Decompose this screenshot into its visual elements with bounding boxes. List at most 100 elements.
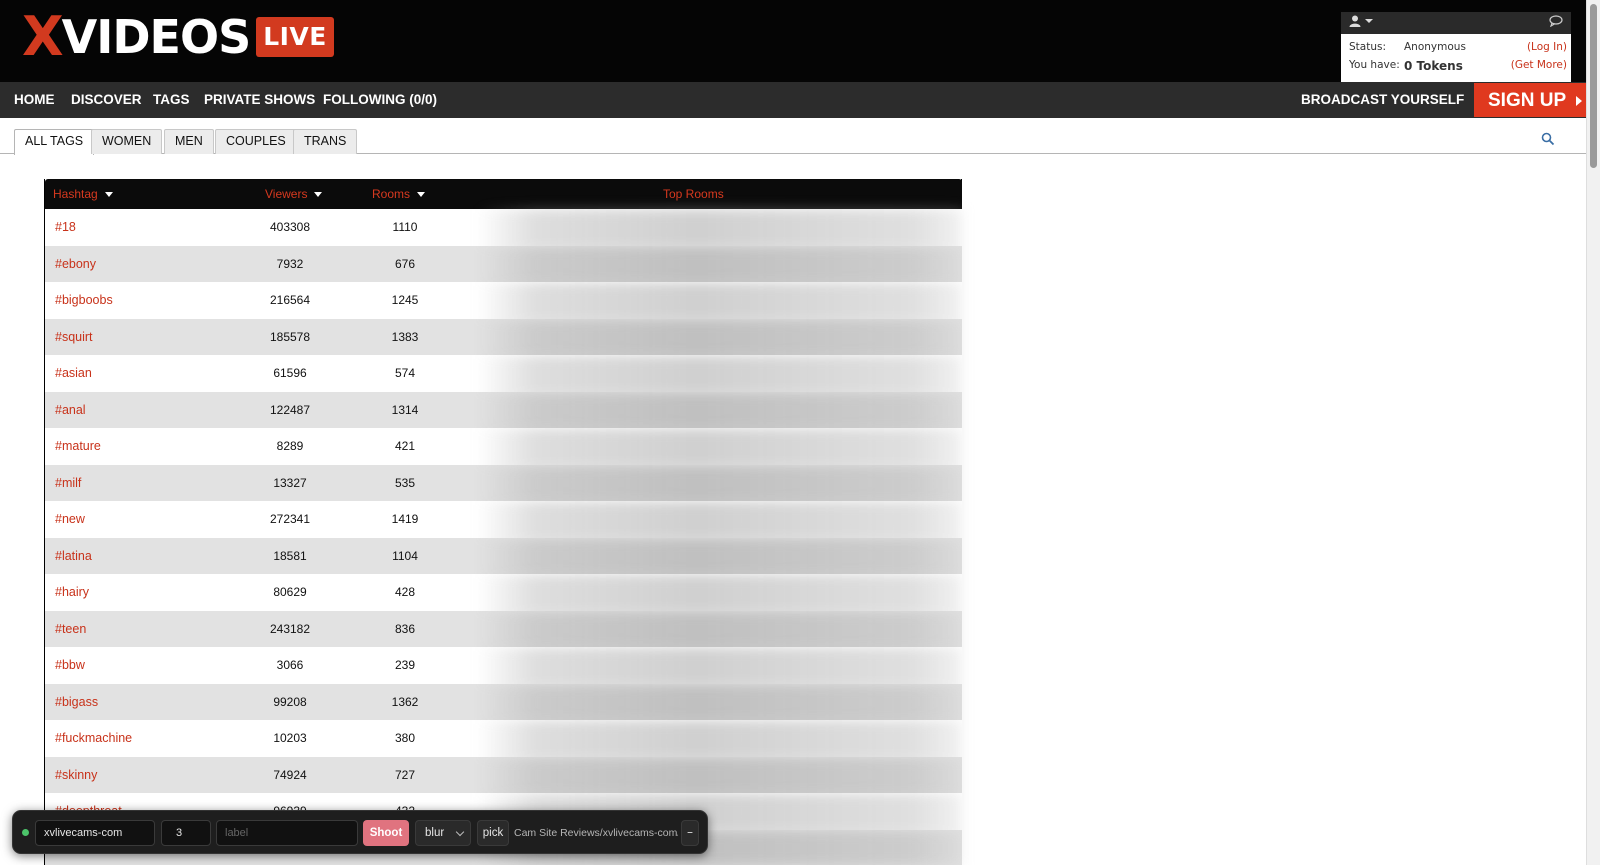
sign-up-button[interactable]: SIGN UP — [1474, 83, 1586, 117]
hashtag-link[interactable]: #teen — [55, 611, 86, 648]
status-label: Status: — [1349, 41, 1386, 53]
column-hashtag[interactable]: Hashtag — [53, 179, 113, 209]
hashtag-link[interactable]: #bbw — [55, 647, 85, 684]
viewers-cell: 61596 — [273, 366, 307, 380]
hashtag-link[interactable]: #18 — [55, 209, 76, 246]
nav-following[interactable]: FOLLOWING (0/0) — [323, 82, 437, 118]
rooms-cell: 535 — [394, 475, 416, 490]
hashtag-link[interactable]: #ebony — [55, 246, 96, 283]
hashtag-link[interactable]: #mature — [55, 428, 101, 465]
hashtag-link[interactable]: #latina — [55, 538, 92, 575]
top-rooms-blurred-thumbnails[interactable] — [477, 647, 962, 684]
top-rooms-blurred-thumbnails[interactable] — [477, 391, 962, 428]
table-row: #hairy 80629 428 — [45, 574, 962, 611]
tab-all-tags[interactable]: ALL TAGS — [14, 129, 95, 155]
site-logo[interactable]: X VIDEOS LIVE — [22, 10, 334, 64]
viewers-cell: 243182 — [269, 621, 311, 636]
user-menu-button[interactable] — [1349, 15, 1373, 27]
mode-value: blur — [425, 827, 445, 839]
login-link[interactable]: (Log In) — [1527, 41, 1567, 53]
tags-table: Hashtag Viewers Rooms Top Rooms #18 40330… — [44, 179, 962, 865]
rooms-cell: 1104 — [392, 548, 418, 563]
hashtag-link[interactable]: #milf — [55, 465, 81, 502]
table-body: #18 403308 1110 #ebony 7932 676 #bigboobs 21656… — [45, 209, 962, 865]
top-rooms-blurred-thumbnails[interactable] — [477, 355, 962, 392]
hashtag-link[interactable]: #hairy — [55, 574, 89, 611]
hashtag-link[interactable]: #new — [55, 501, 85, 538]
rooms-cell: 421 — [394, 439, 416, 453]
hashtag-link[interactable]: #squirt — [55, 319, 93, 356]
nav-tags[interactable]: TAGS — [153, 82, 190, 118]
tokens-value: 0 Tokens — [1404, 59, 1463, 73]
rooms-cell: 1314 — [391, 402, 419, 417]
label-input[interactable]: label — [216, 820, 358, 846]
table-row: #latina 18581 1104 — [45, 537, 962, 575]
viewers-cell: 18581 — [273, 548, 307, 563]
table-row: #skinny 74924 727 — [45, 756, 962, 794]
top-rooms-blurred-thumbnails[interactable] — [477, 720, 962, 757]
rooms-cell: 727 — [394, 767, 416, 782]
pick-button[interactable]: pick — [477, 820, 509, 846]
tokens-row: You have: 0 Tokens (Get More) — [1349, 59, 1567, 73]
viewers-cell: 99208 — [273, 694, 307, 709]
hashtag-link[interactable]: #fuckmachine — [55, 720, 132, 757]
viewers-cell: 403308 — [269, 220, 311, 234]
logo-live-badge: LIVE — [256, 17, 334, 57]
table-row: #anal 122487 1314 — [45, 391, 962, 429]
hashtag-link[interactable]: #bigboobs — [55, 282, 113, 319]
rooms-cell: 428 — [394, 585, 416, 599]
get-more-link[interactable]: (Get More) — [1511, 59, 1567, 73]
count-input[interactable]: 3 — [161, 820, 211, 846]
column-viewers[interactable]: Viewers — [265, 179, 323, 209]
viewers-cell: 80629 — [273, 585, 307, 599]
site-input[interactable]: xvlivecams-com — [35, 820, 155, 846]
gender-tabs: ALL TAGS WOMEN MEN COUPLES TRANS — [0, 128, 1586, 155]
status-value: Anonymous — [1404, 41, 1466, 53]
minimize-button[interactable]: – — [681, 820, 699, 846]
search-icon[interactable] — [1541, 132, 1555, 146]
tab-trans[interactable]: TRANS — [293, 129, 358, 154]
sign-up-label: SIGN UP — [1488, 90, 1566, 111]
top-rooms-blurred-thumbnails[interactable] — [477, 501, 962, 538]
column-top-rooms: Top Rooms — [663, 187, 724, 201]
hashtag-link[interactable]: #asian — [55, 355, 92, 392]
chevron-down-icon — [455, 827, 465, 837]
column-rooms[interactable]: Rooms — [372, 179, 426, 209]
top-rooms-blurred-thumbnails[interactable] — [477, 756, 962, 793]
nav-discover[interactable]: DISCOVER — [71, 82, 142, 118]
rooms-cell: 1362 — [391, 694, 419, 709]
top-rooms-blurred-thumbnails[interactable] — [477, 209, 962, 246]
top-rooms-blurred-thumbnails[interactable] — [477, 245, 962, 282]
top-rooms-blurred-thumbnails[interactable] — [477, 610, 962, 647]
table-row: #bigboobs 216564 1245 — [45, 282, 962, 319]
mode-select[interactable]: blur — [415, 820, 471, 846]
nav-home[interactable]: HOME — [14, 82, 55, 118]
hashtag-link[interactable]: #skinny — [55, 757, 97, 794]
nav-private-shows[interactable]: PRIVATE SHOWS — [204, 82, 315, 118]
shoot-button[interactable]: Shoot — [363, 820, 409, 846]
table-row: #18 403308 1110 — [45, 209, 962, 246]
viewers-cell: 185578 — [269, 329, 311, 344]
top-rooms-blurred-thumbnails[interactable] — [477, 574, 962, 611]
top-rooms-blurred-thumbnails[interactable] — [477, 282, 962, 319]
chat-icon[interactable] — [1549, 15, 1563, 30]
hashtag-link[interactable]: #bigass — [55, 684, 98, 721]
viewers-cell: 216564 — [269, 293, 311, 307]
table-row: #new 272341 1419 — [45, 501, 962, 538]
table-row: #bbw 3066 239 — [45, 647, 962, 684]
page-scrollbar[interactable] — [1586, 0, 1600, 865]
hashtag-link[interactable]: #anal — [55, 392, 86, 429]
tab-couples[interactable]: COUPLES — [215, 129, 297, 154]
tab-women[interactable]: WOMEN — [91, 129, 163, 154]
rooms-cell: 1419 — [391, 512, 419, 526]
top-rooms-blurred-thumbnails[interactable] — [477, 683, 962, 720]
top-rooms-blurred-thumbnails[interactable] — [477, 428, 962, 465]
rooms-cell: 1245 — [391, 293, 419, 307]
scrollbar-thumb[interactable] — [1590, 4, 1597, 168]
tab-men[interactable]: MEN — [164, 129, 214, 154]
broadcast-yourself-link[interactable]: BROADCAST YOURSELF — [1301, 82, 1464, 118]
top-rooms-blurred-thumbnails[interactable] — [477, 537, 962, 574]
top-rooms-blurred-thumbnails[interactable] — [477, 464, 962, 501]
top-rooms-blurred-thumbnails[interactable] — [477, 318, 962, 355]
table-row: #squirt 185578 1383 — [45, 318, 962, 356]
